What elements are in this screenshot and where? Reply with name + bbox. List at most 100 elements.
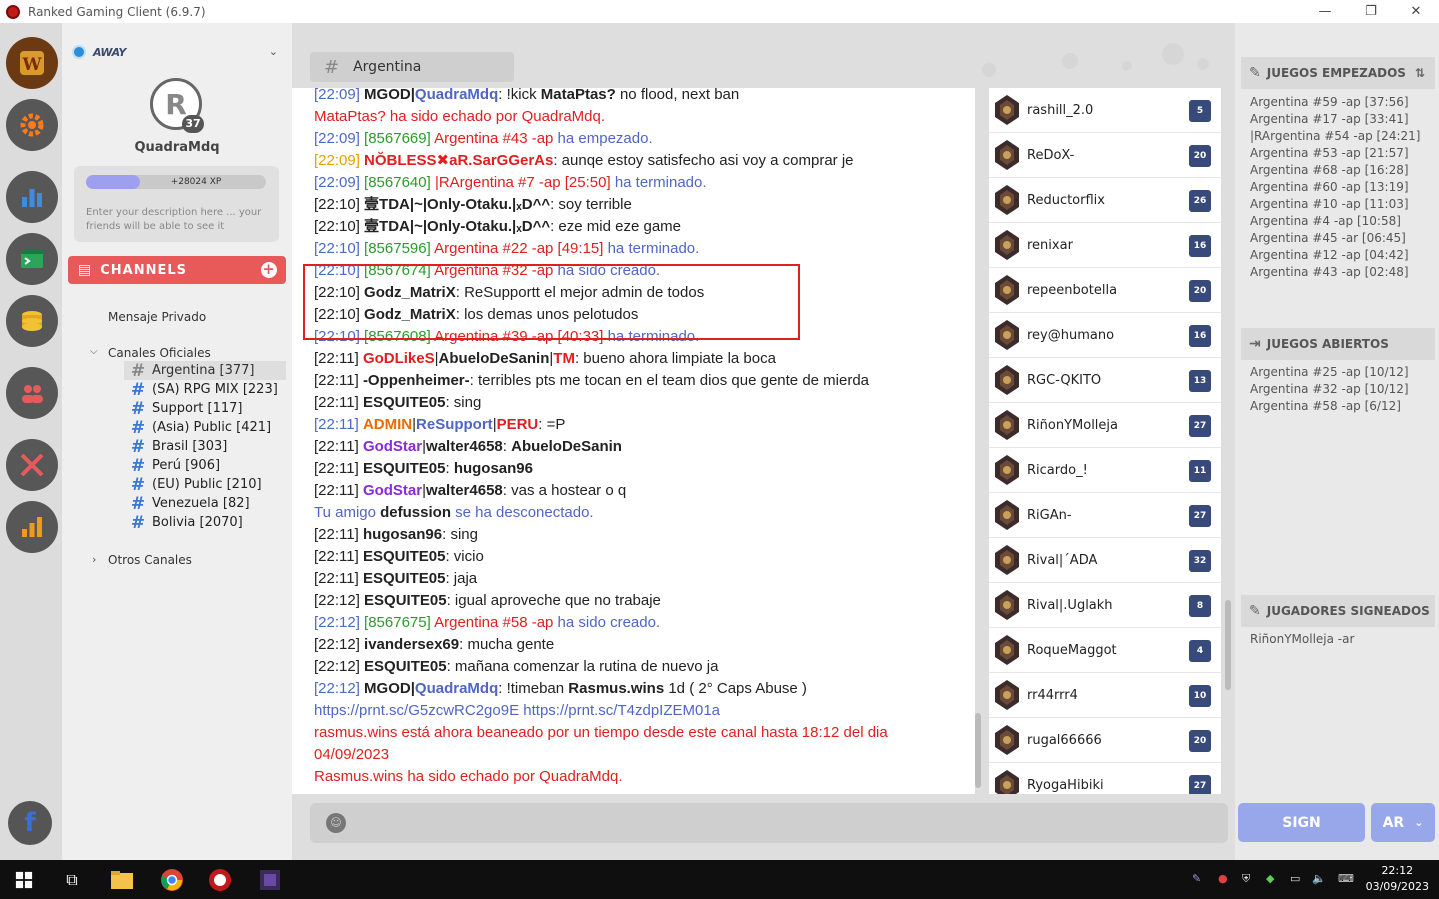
chat-scrollbar[interactable] — [975, 713, 981, 788]
game-list-item[interactable]: Argentina #60 -ap [13:19] — [1250, 179, 1409, 196]
user-row[interactable]: rey@humano 16 — [989, 313, 1221, 358]
chat-log[interactable]: [22:09] MGOD|QuadraMdq: !kick MataPtas? … — [292, 86, 975, 794]
channel-item[interactable]: # (SA) RPG MIX [223] — [124, 380, 286, 400]
game-list-item[interactable]: Argentina #68 -ap [16:28] — [1250, 162, 1409, 179]
user-row[interactable]: rugal66666 20 — [989, 718, 1221, 763]
settings-gear-icon[interactable] — [6, 99, 58, 151]
game-list-item[interactable]: Argentina #58 -ap [6/12] — [1250, 398, 1401, 415]
user-row[interactable]: RoqueMaggot 4 — [989, 628, 1221, 673]
game-list-item[interactable]: Argentina #53 -ap [21:57] — [1250, 145, 1409, 162]
chrome-icon[interactable] — [156, 864, 188, 896]
message-segment[interactable]: https://prnt.sc/T4zdpIZEM01a — [523, 702, 720, 719]
status-selector[interactable]: AWAY ⌄ — [72, 41, 278, 63]
chevron-down-icon[interactable]: ⌄ — [269, 45, 278, 58]
game-list-item[interactable]: RiñonYMolleja -ar — [1250, 631, 1354, 648]
console-icon[interactable] — [6, 233, 58, 285]
user-level-badge: 20 — [1189, 280, 1211, 302]
user-name: rugal66666 — [1027, 732, 1102, 748]
pen-icon[interactable]: ✎ — [1192, 872, 1201, 885]
rgc-app-icon[interactable] — [204, 864, 236, 896]
clock-time: 22:12 — [1381, 864, 1414, 877]
emoji-icon[interactable]: ☺ — [326, 813, 346, 833]
private-message-link[interactable]: Mensaje Privado — [108, 310, 206, 324]
game-list-item[interactable]: Argentina #4 -ap [10:58] — [1250, 213, 1401, 230]
message-segment: Argentina #32 -ap — [434, 262, 558, 279]
game-list-item[interactable]: Argentina #45 -ar [06:45] — [1250, 230, 1406, 247]
channel-item[interactable]: # (EU) Public [210] — [124, 475, 286, 495]
channel-item[interactable]: # Venezuela [82] — [124, 494, 286, 514]
user-level-badge: 10 — [1189, 685, 1211, 707]
sign-button[interactable]: SIGN — [1238, 803, 1365, 842]
restore-button[interactable]: ❐ — [1348, 0, 1394, 23]
facebook-icon[interactable]: f — [8, 801, 52, 845]
collapse-icon[interactable]: ⇅ — [1415, 66, 1425, 80]
user-row[interactable]: RiñonYMolleja 27 — [989, 403, 1221, 448]
channel-item[interactable]: # Argentina [377] — [124, 361, 286, 381]
user-row[interactable]: RiGAn- 27 — [989, 493, 1221, 538]
region-button[interactable]: AR ⌄ — [1371, 803, 1435, 842]
game-list-item[interactable]: Argentina #12 -ap [04:42] — [1250, 247, 1409, 264]
file-explorer-icon[interactable] — [106, 864, 138, 896]
message-input[interactable]: ☺ — [310, 803, 1228, 843]
channel-item[interactable]: # Bolivia [2070] — [124, 513, 286, 533]
keyboard-icon[interactable]: ⌨ — [1338, 872, 1354, 885]
close-button[interactable]: ✕ — [1393, 0, 1439, 23]
message-segment: : — [502, 438, 512, 455]
coins-icon[interactable] — [6, 295, 58, 347]
nvidia-icon[interactable]: ◆ — [1266, 872, 1274, 885]
chevron-down-icon[interactable]: ⌵ — [90, 346, 98, 357]
message-segment: [8567596] — [364, 240, 435, 257]
game-list-item[interactable]: Argentina #32 -ap [10/12] — [1250, 381, 1409, 398]
system-clock[interactable]: 22:12 03/09/2023 — [1366, 863, 1429, 895]
user-row[interactable]: renixar 16 — [989, 223, 1221, 268]
ranking-bars-icon[interactable] — [6, 501, 58, 553]
game-list-item[interactable]: Argentina #25 -ap [10/12] — [1250, 364, 1409, 381]
message-segment[interactable]: https://prnt.sc/G5zcwRC2go9E — [314, 702, 519, 719]
game-list-item[interactable]: |RArgentina #54 -ap [24:21] — [1250, 128, 1420, 145]
add-channel-button[interactable]: + — [261, 262, 277, 278]
game-list-item[interactable]: Argentina #17 -ap [33:41] — [1250, 111, 1409, 128]
rgc-tray-icon[interactable]: ● — [1218, 872, 1228, 885]
message-segment: no flood, next ban — [615, 86, 740, 103]
game-list-item[interactable]: Argentina #59 -ap [37:56] — [1250, 94, 1409, 111]
minimize-button[interactable]: — — [1302, 0, 1348, 23]
user-row[interactable]: Reductorflix 26 — [989, 178, 1221, 223]
warcraft-icon[interactable]: W — [6, 37, 58, 89]
tab-argentina[interactable]: # Argentina — [310, 52, 514, 82]
friends-icon[interactable] — [6, 367, 58, 419]
message-segment: Argentina #39 -ap [40:33] — [434, 328, 608, 345]
message-segment: TM — [553, 350, 575, 367]
user-row[interactable]: rr44rrr4 10 — [989, 673, 1221, 718]
message-segment: ha empezado. — [557, 130, 653, 147]
network-icon[interactable]: ▭ — [1290, 872, 1300, 885]
user-row[interactable]: RyogaHibiki 27 — [989, 763, 1221, 794]
task-view-icon[interactable]: ⧉ — [56, 864, 88, 896]
message-segment: [22:10] — [314, 306, 365, 323]
user-list[interactable]: rashill_2.0 5 ReDoX- 20 Reductorflix 26 renixa… — [989, 88, 1221, 794]
user-row[interactable]: ReDoX- 20 — [989, 133, 1221, 178]
users-scrollbar[interactable] — [1225, 600, 1231, 690]
chevron-right-icon[interactable]: › — [92, 553, 96, 566]
user-row[interactable]: rashill_2.0 5 — [989, 88, 1221, 133]
channel-item[interactable]: # Support [117] — [124, 399, 286, 419]
game-list-item[interactable]: Argentina #43 -ap [02:48] — [1250, 264, 1409, 281]
channel-item[interactable]: # Brasil [303] — [124, 437, 286, 457]
stats-bar-icon[interactable] — [6, 171, 58, 223]
user-row[interactable]: Ricardo_! 11 — [989, 448, 1221, 493]
profile-description[interactable]: Enter your description here ... your fri… — [86, 206, 271, 234]
shield-icon[interactable]: ⛨ — [1242, 872, 1250, 886]
official-channels-group[interactable]: Canales Oficiales — [108, 346, 211, 360]
game-list-item[interactable]: Argentina #10 -ap [11:03] — [1250, 196, 1409, 213]
channel-item[interactable]: # Perú [906] — [124, 456, 286, 476]
other-channels-group[interactable]: Otros Canales — [108, 553, 192, 567]
user-row[interactable]: Rival|.Uglakh 8 — [989, 583, 1221, 628]
channel-item[interactable]: # (Asia) Public [421] — [124, 418, 286, 438]
crossed-swords-icon[interactable] — [6, 439, 58, 491]
windows-start-icon[interactable] — [8, 864, 40, 896]
user-row[interactable]: Rival|´ADA 32 — [989, 538, 1221, 583]
user-row[interactable]: RGC-QKITO 13 — [989, 358, 1221, 403]
profile-username: QuadraMdq — [134, 140, 220, 155]
warcraft-taskbar-icon[interactable] — [254, 864, 286, 896]
user-row[interactable]: repeenbotella 20 — [989, 268, 1221, 313]
volume-icon[interactable]: 🔈 — [1312, 872, 1326, 885]
